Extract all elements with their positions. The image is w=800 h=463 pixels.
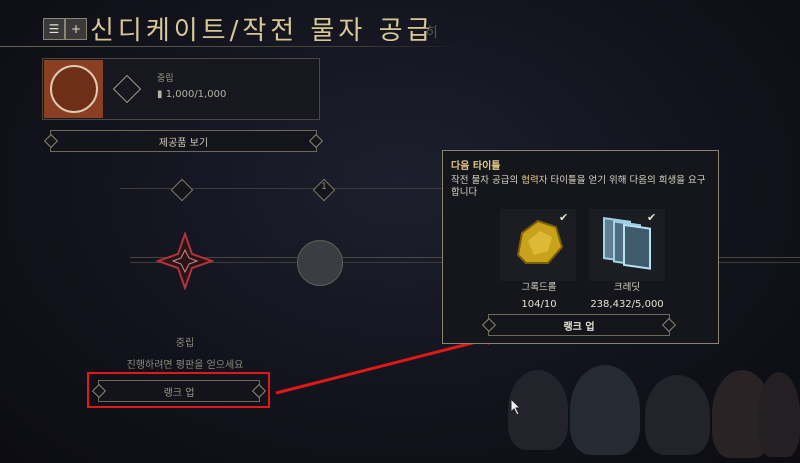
check-icon: ✔ xyxy=(559,211,569,224)
item-count: 238,432/5,000 xyxy=(590,299,664,310)
item-count: 104/10 xyxy=(521,299,557,310)
popup-description: 작전 물자 공급의 협력자 타이틀을 얻기 위해 다음의 희생을 요구합니다 xyxy=(451,175,713,199)
operator-silhouette xyxy=(758,372,800,457)
popup-title: 다음 타이틀 xyxy=(451,161,501,172)
operator-silhouette xyxy=(570,365,640,455)
popup-desc-highlight: 협력자 xyxy=(521,175,548,186)
operator-silhouette xyxy=(645,375,710,455)
rank-up-button[interactable]: 랭크 업 xyxy=(488,314,670,336)
requirement-item-credits[interactable]: 크레딧 238,432/5,000 xyxy=(587,211,667,310)
next-title-popup: 다음 타이틀 작전 물자 공급의 협력자 타이틀을 얻기 위해 다음의 희생을 … xyxy=(442,150,719,344)
requirement-item-gold[interactable]: 그록드롤 104/10 xyxy=(505,211,573,310)
mouse-cursor-icon xyxy=(510,398,522,416)
popup-desc-pre: 작전 물자 공급의 xyxy=(451,175,522,186)
item-name: 그록드롤 xyxy=(521,282,557,293)
check-icon: ✔ xyxy=(647,211,657,224)
item-name: 크레딧 xyxy=(613,282,641,293)
